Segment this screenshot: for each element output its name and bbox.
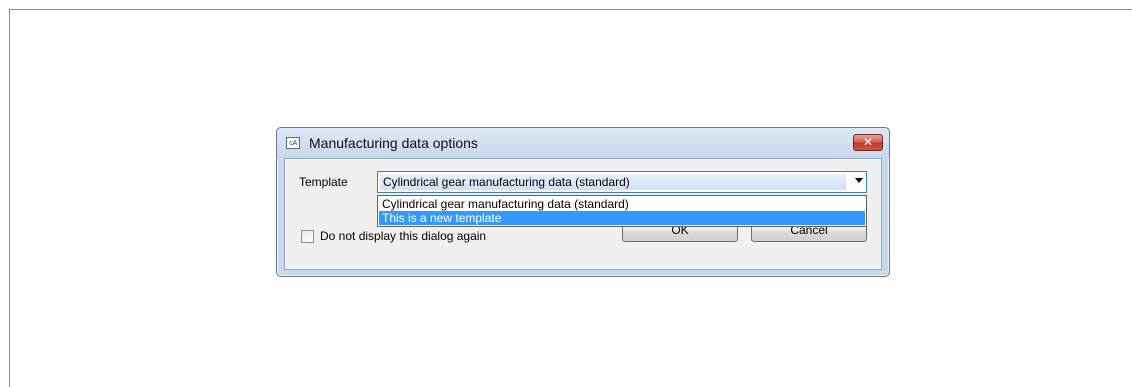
- application-icon: cA: [286, 137, 300, 149]
- title-bar[interactable]: cA Manufacturing data options ✕: [277, 128, 889, 158]
- do-not-display-again-checkbox[interactable]: [301, 230, 314, 243]
- template-selected-value-box: Cylindrical gear manufacturing data (sta…: [380, 174, 846, 190]
- desktop-background: cA Manufacturing data options ✕ Template…: [0, 0, 1132, 387]
- template-selected-value: Cylindrical gear manufacturing data (sta…: [380, 174, 846, 190]
- template-label: Template: [299, 175, 348, 189]
- do-not-display-again-label[interactable]: Do not display this dialog again: [320, 229, 486, 243]
- chevron-down-icon[interactable]: [855, 178, 863, 183]
- close-icon: ✕: [862, 135, 874, 149]
- template-combobox[interactable]: Cylindrical gear manufacturing data (sta…: [377, 171, 867, 193]
- dialog-client-area: Template Cylindrical gear manufacturing …: [284, 158, 882, 270]
- manufacturing-data-options-dialog: cA Manufacturing data options ✕ Template…: [276, 127, 890, 277]
- dialog-title: Manufacturing data options: [309, 135, 478, 151]
- close-button[interactable]: ✕: [853, 134, 883, 151]
- dropdown-option-new-template[interactable]: This is a new template: [379, 211, 865, 225]
- template-dropdown-list: Cylindrical gear manufacturing data (sta…: [377, 195, 867, 227]
- dropdown-option-cylindrical-gear-standard[interactable]: Cylindrical gear manufacturing data (sta…: [379, 197, 865, 211]
